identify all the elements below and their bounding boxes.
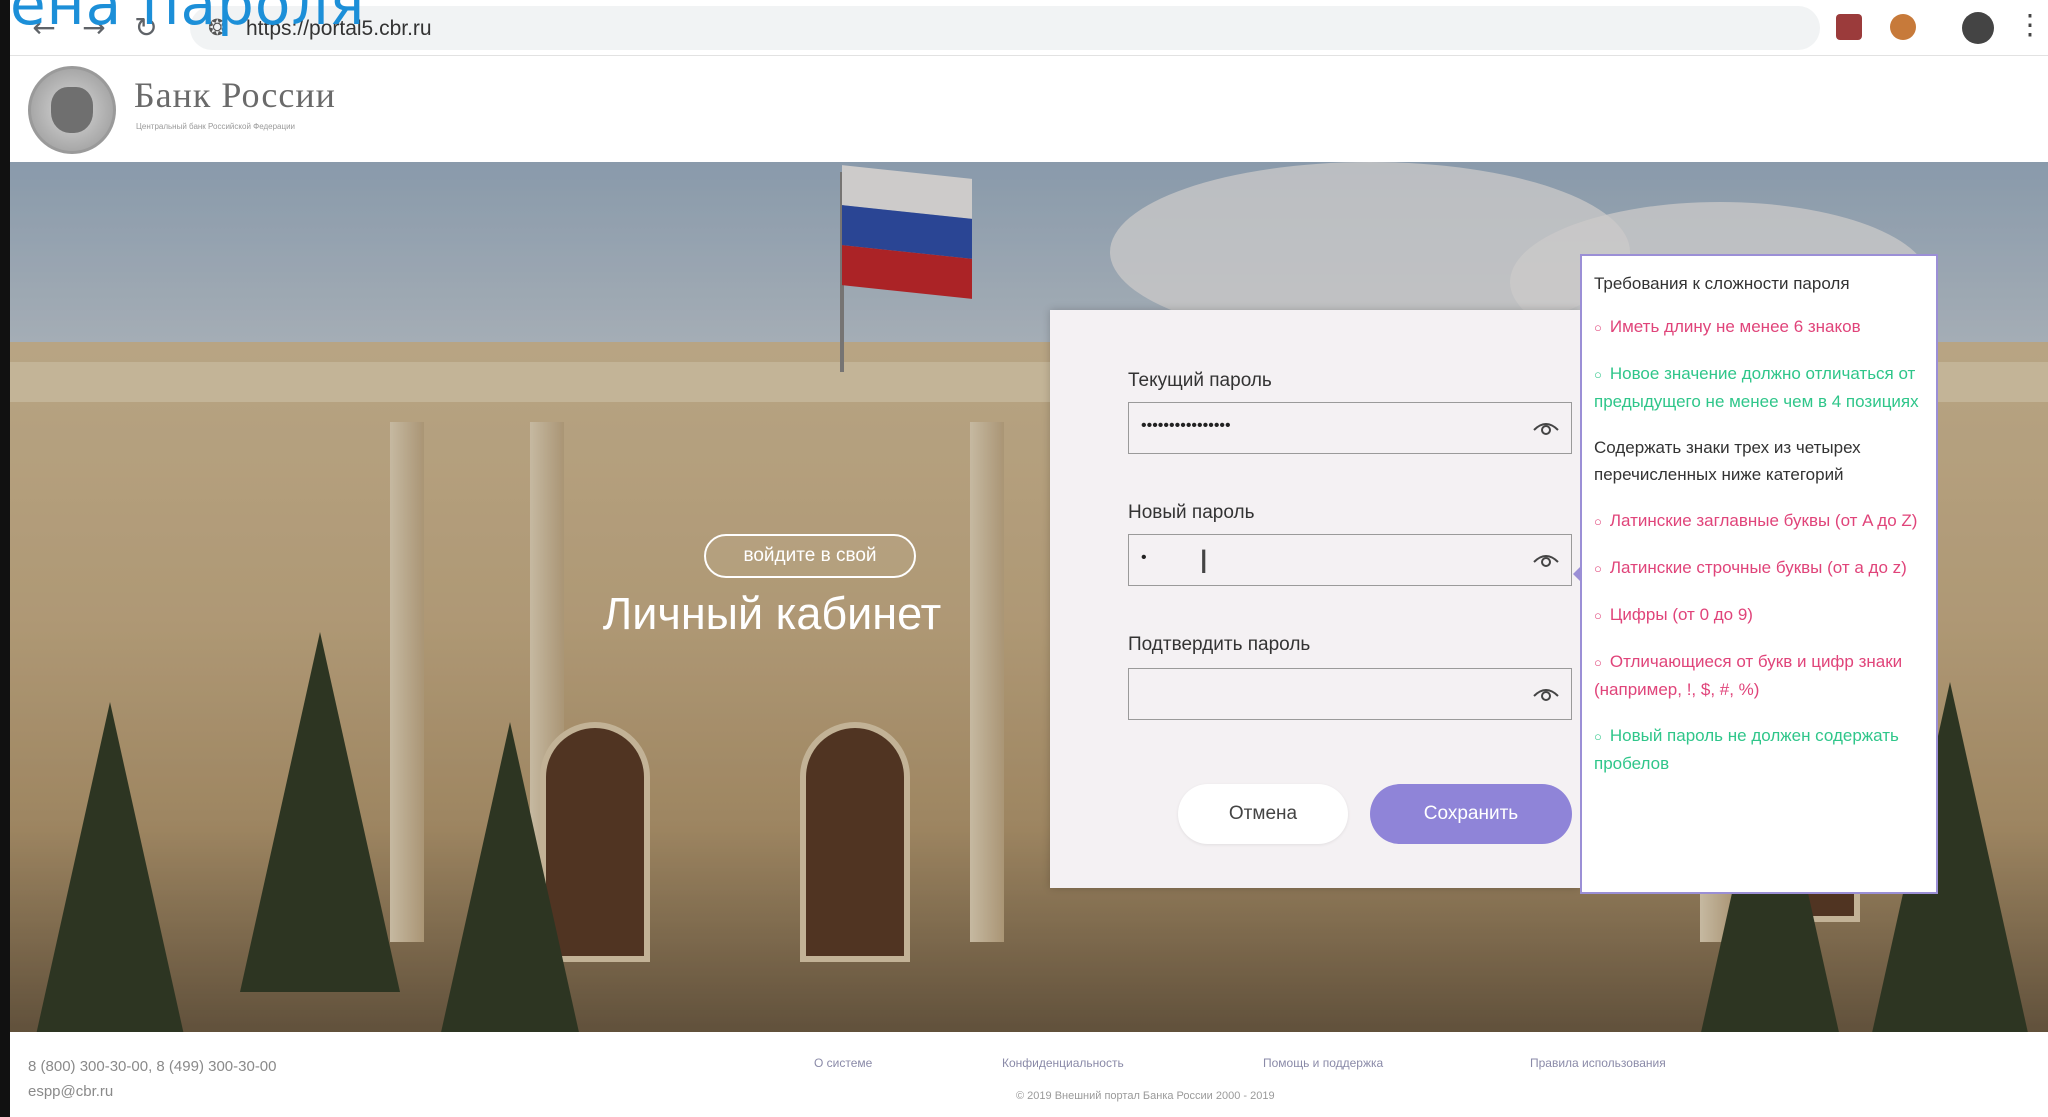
pdf-extension-icon[interactable] xyxy=(1836,14,1862,40)
left-border xyxy=(0,0,10,1117)
hero-pill-label: войдите в свой xyxy=(704,534,916,578)
requirement-item: ○ Латинские заглавные буквы (от A до Z) xyxy=(1594,507,1924,535)
show-password-eye-icon[interactable] xyxy=(1533,551,1559,569)
text-cursor-icon: I xyxy=(1199,543,1209,581)
requirement-text: Латинские заглавные буквы (от A до Z) xyxy=(1609,511,1918,530)
overlay-caption: ена пароля xyxy=(10,0,366,38)
requirements-subheading: Содержать знаки трех из четырех перечисл… xyxy=(1594,438,1861,484)
hero-title: Личный кабинет xyxy=(602,588,942,639)
requirement-item: ○ Иметь длину не менее 6 знаков xyxy=(1594,313,1924,341)
screen: ← → ↻ ❂ https://portal5.cbr.ru ⋮ ена пар… xyxy=(0,0,2048,1117)
footer-email[interactable]: espp@cbr.ru xyxy=(28,1079,277,1104)
requirement-text: Иметь длину не менее 6 знаков xyxy=(1609,317,1861,336)
bullet-icon: ○ xyxy=(1594,514,1602,529)
requirement-text: Новый пароль не должен содержать пробело… xyxy=(1594,726,1899,773)
requirement-item: ○ Латинские строчные буквы (от a до z) xyxy=(1594,554,1924,582)
bullet-icon: ○ xyxy=(1594,561,1602,576)
browser-menu-icon[interactable]: ⋮ xyxy=(2016,8,2044,41)
bullet-icon: ○ xyxy=(1594,320,1602,335)
confirm-password-label: Подтвердить пароль xyxy=(1128,634,1311,655)
requirement-text: Цифры (от 0 до 9) xyxy=(1609,605,1753,624)
requirement-text: Латинские строчные буквы (от a до z) xyxy=(1609,558,1907,577)
site-logo-title[interactable]: Банк России xyxy=(134,74,336,116)
footer-link-privacy[interactable]: Конфиденциальность xyxy=(1002,1056,1124,1070)
password-requirements-tooltip: Требования к сложности пароля ○ Иметь дли… xyxy=(1573,254,1938,894)
requirements-heading: Требования к сложности пароля xyxy=(1594,274,1850,293)
site-footer: 8 (800) 300-30-00, 8 (499) 300-30-00 esp… xyxy=(10,1032,2048,1117)
requirement-item: ○ Цифры (от 0 до 9) xyxy=(1594,601,1924,629)
show-password-eye-icon[interactable] xyxy=(1533,685,1559,703)
footer-contacts: 8 (800) 300-30-00, 8 (499) 300-30-00 esp… xyxy=(28,1054,277,1104)
current-password-label: Текущий пароль xyxy=(1128,370,1272,391)
change-password-form: Текущий пароль •••••••••••••••• Новый па… xyxy=(1050,310,1580,888)
bank-emblem-icon[interactable] xyxy=(28,66,116,154)
requirement-item: ○ Отличающиеся от букв и цифр знаки (напр… xyxy=(1594,648,1924,703)
profile-icon[interactable] xyxy=(1962,12,1994,44)
requirement-item: ○ Новое значение должно отличаться от пре… xyxy=(1594,360,1924,415)
current-password-input[interactable]: •••••••••••••••• xyxy=(1128,402,1572,454)
new-password-value: • xyxy=(1141,549,1147,566)
requirement-text: Отличающиеся от букв и цифр знаки (напри… xyxy=(1594,652,1903,699)
extension-icon[interactable] xyxy=(1890,14,1916,40)
bullet-icon: ○ xyxy=(1594,655,1602,670)
footer-copyright: © 2019 Внешний портал Банка России 2000 … xyxy=(1016,1090,1275,1102)
save-button[interactable]: Сохранить xyxy=(1370,784,1572,844)
footer-link-support[interactable]: Помощь и поддержка xyxy=(1263,1056,1383,1070)
new-password-input[interactable]: • I xyxy=(1128,534,1572,586)
current-password-value: •••••••••••••••• xyxy=(1141,417,1231,434)
confirm-password-input[interactable] xyxy=(1128,668,1572,720)
footer-link-terms[interactable]: Правила использования xyxy=(1530,1056,1666,1070)
cancel-button[interactable]: Отмена xyxy=(1178,784,1348,844)
bullet-icon: ○ xyxy=(1594,367,1602,382)
address-bar[interactable]: ❂ https://portal5.cbr.ru xyxy=(190,6,1820,50)
site-logo-subtitle: Центральный банк Российской Федерации xyxy=(136,122,296,131)
tooltip-arrow xyxy=(1573,566,1581,582)
requirement-text: Новое значение должно отличаться от пред… xyxy=(1594,364,1919,411)
bullet-icon: ○ xyxy=(1594,729,1602,744)
new-password-label: Новый пароль xyxy=(1128,502,1255,523)
requirement-item: ○ Новый пароль не должен содержать пробел… xyxy=(1594,722,1924,777)
footer-link-about[interactable]: О системе xyxy=(814,1056,872,1070)
bullet-icon: ○ xyxy=(1594,608,1602,623)
site-header: Банк России Центральный банк Российской … xyxy=(10,56,2048,162)
show-password-eye-icon[interactable] xyxy=(1533,419,1559,437)
footer-phone: 8 (800) 300-30-00, 8 (499) 300-30-00 xyxy=(28,1058,277,1075)
